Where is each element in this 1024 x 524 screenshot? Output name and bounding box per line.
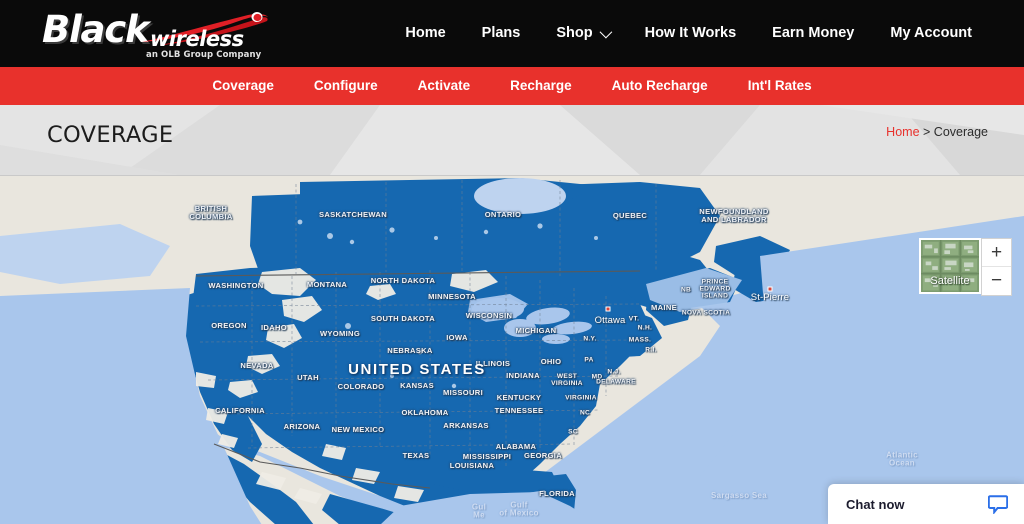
nav-label: Shop [556,25,593,41]
nav-item-home[interactable]: Home [387,0,463,67]
nav-label: How It Works [644,25,737,41]
chat-now-label: Chat now [846,496,905,512]
breadcrumb-current: Coverage [933,125,988,139]
nav-item-shop[interactable]: Shop [538,0,626,67]
subnav-item-activate[interactable]: Activate [398,67,491,105]
map-city-dot-st-pierre [767,286,773,292]
satellite-view-toggle[interactable]: Satellite [919,238,981,294]
nav-item-earn-money[interactable]: Earn Money [754,0,872,67]
breadcrumb-separator: > [923,125,931,139]
nav-item-how-it-works[interactable]: How It Works [627,0,755,67]
satellite-label: Satellite [930,275,970,287]
zoom-out-button[interactable]: − [982,267,1011,295]
main-navigation: Home Plans Shop How It Works Earn Money … [387,0,990,67]
site-header: Black wireless an OLB Group Company Home… [0,0,1024,67]
subnav-item-auto-recharge[interactable]: Auto Recharge [592,67,728,105]
chevron-down-icon [599,25,612,39]
breadcrumb: Home > Coverage [886,125,988,139]
chat-bubble-icon [988,494,1008,514]
site-logo[interactable]: Black wireless an OLB Group Company [42,6,292,62]
map-city-dot-ottawa [605,306,611,312]
subnav-item-recharge[interactable]: Recharge [490,67,592,105]
coverage-map[interactable]: BRITISH COLUMBIA SASKATCHEWAN ONTARIO QUE… [0,175,1024,524]
nav-item-plans[interactable]: Plans [464,0,539,67]
subnav-item-coverage[interactable]: Coverage [192,67,294,105]
breadcrumb-home-link[interactable]: Home [886,125,919,139]
page-banner: COVERAGE Home > Coverage [0,105,1024,175]
sub-navigation: Coverage Configure Activate Recharge Aut… [0,67,1024,105]
coverage-page: Black wireless an OLB Group Company Home… [0,0,1024,524]
nav-item-my-account[interactable]: My Account [872,0,990,67]
zoom-controls: + − [981,238,1012,296]
map-controls: Satellite + − [919,238,1012,296]
chat-now-widget[interactable]: Chat now [828,484,1024,524]
logo-tagline: an OLB Group Company [146,50,262,60]
nav-label: Plans [481,25,521,41]
zoom-in-button[interactable]: + [982,239,1011,267]
nav-label: Home [405,25,446,41]
logo-text-wireless: wireless [150,27,244,51]
subnav-item-intl-rates[interactable]: Int'l Rates [728,67,832,105]
nav-label: My Account [890,25,972,41]
nav-label: Earn Money [772,25,855,41]
subnav-item-configure[interactable]: Configure [294,67,398,105]
page-title: COVERAGE [47,122,174,148]
logo-text-black: Black [42,8,150,51]
map-geometry [0,176,1024,524]
